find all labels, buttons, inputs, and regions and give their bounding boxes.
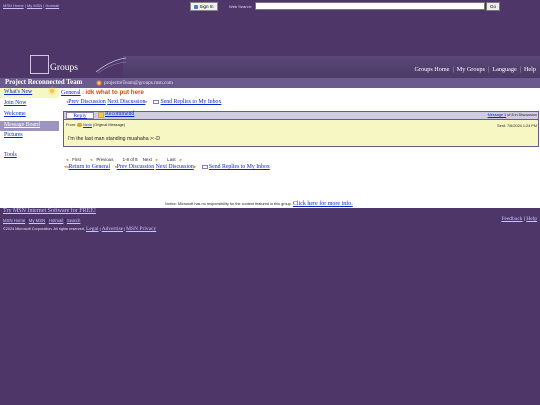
message-sent: Sent: 7/6/2024 1:24 PM [497,124,537,128]
next-discussion-link-bottom[interactable]: Next Discussion [156,164,194,170]
web-search-input[interactable] [255,2,485,10]
msn-software-link[interactable]: Try MSN Internet Software for FREE! [3,208,96,214]
footer-privacy-link[interactable]: MSN Privacy [126,226,156,232]
go-button[interactable]: Go [486,2,500,11]
avatar-icon [76,123,82,127]
breadcrumb-board-link[interactable]: General [61,89,81,96]
footer-promo: Try MSN Internet Software for FREE! [3,208,96,214]
recommend-link[interactable]: Recommend [105,111,134,117]
sidebar-item-message-board[interactable]: Message Board [0,121,59,131]
breadcrumb-topic: idk what to put here [85,89,144,96]
group-email-icon [96,80,102,86]
web-search-label: Web Search: [229,4,253,9]
send-replies-link-bottom[interactable]: Send Replies to My Inbox [209,164,270,170]
mail-icon [153,99,160,104]
from-label: From: [66,123,76,127]
footer-link-msn-home[interactable]: MSN Home [3,218,25,223]
mail-icon-bottom [201,164,208,169]
pager-range: 1-8 of 8 [122,157,138,162]
sidebar-link-welcome[interactable]: Welcome [4,111,26,117]
next-arrow-icon: ▸ [145,99,148,104]
sun-icon [47,86,57,96]
recommend-icon [98,112,104,118]
sidebar-link-tools[interactable]: Tools [4,152,17,158]
pager: ◂ First ◂ Previous 1-8 of 8 Next ▸ Last ▸ [66,157,190,163]
reply-link[interactable]: Reply [73,113,86,119]
top-link-hotmail[interactable]: Hotmail [46,3,60,8]
sidebar-item-pictures[interactable]: Pictures [0,131,59,141]
sidebar-item-welcome[interactable]: Welcome [0,110,59,120]
return-to-board-link[interactable]: Return to General [69,164,111,170]
message-body [63,120,539,147]
group-email[interactable]: projectreTeam@groups.msn.com [104,80,173,86]
msn-butterfly-icon [194,4,199,9]
sidebar-item-join-now[interactable]: Join Now [0,99,59,109]
footer-links: MSN Home | My MSN | Hotmail | Search [3,218,81,223]
next-arrow-icon-bottom: ▸ [193,164,197,169]
group-name: Project Reconnected Team [5,79,83,86]
footer-help-link[interactable]: Help [526,216,537,222]
next-discussion-link[interactable]: Next Discussion [107,99,145,105]
sidebar-link-message-board[interactable]: Message Board [4,122,40,128]
reply-button[interactable]: Reply [66,112,94,119]
message-from: From: Nzdo (Original Message) [66,123,125,127]
message-index-rest: of 8 in Discussion [507,113,537,117]
prev-discussion-link[interactable]: Prev Discussion [68,99,106,105]
original-message-label: (Original Message) [92,123,126,127]
message-text: I'm the last man standing muahaha >:-D [68,136,160,142]
breadcrumb-separator: : [82,89,84,96]
top-link-msn-home[interactable]: MSN Home [3,3,24,8]
nav-language[interactable]: Language [492,66,516,73]
nav-groups-home[interactable]: Groups Home [415,66,450,73]
pager-first[interactable]: ◂ First [66,157,85,162]
msn-logo [30,55,49,74]
message-header [63,111,539,120]
pager-next[interactable]: Next ▸ [143,157,162,162]
discussion-nav-bottom: ◂◂Return to General ◂Prev Discussion Nex… [64,164,270,170]
footer-link-search[interactable]: Search [67,218,81,223]
nav-my-groups[interactable]: My Groups [457,66,485,73]
send-replies-link[interactable]: Send Replies to My Inbox [160,99,221,105]
footer-feedback-link[interactable]: Feedback [501,216,522,222]
author-link[interactable]: Nzdo [83,123,92,127]
discussion-nav-top: ◂Prev Discussion Next Discussion▸ Send R… [66,99,221,105]
sign-in-label: Sign In [199,4,214,9]
recommend-link-wrap: Recommend [105,111,134,117]
prev-discussion-link-bottom[interactable]: Prev Discussion [117,164,155,170]
sign-in-button[interactable]: Sign In [190,2,218,11]
message-index-link[interactable]: Message 1 [488,113,507,117]
pager-previous[interactable]: ◂ Previous [90,157,117,162]
top-links: MSN Home | My MSN | Hotmail [3,3,60,8]
footer-link-hotmail[interactable]: Hotmail [49,218,64,223]
copyright-text: ©2024 Microsoft Corporation. All rights … [3,227,85,231]
breadcrumb: General : idk what to put here [61,89,144,96]
notice-text: Notice: Microsoft has no responsibility … [165,202,292,206]
footer-legal-link[interactable]: Legal [86,226,99,232]
sidebar-link-join-now[interactable]: Join Now [4,100,26,106]
main-nav: Groups Home | My Groups | Language | Help [414,66,536,73]
groups-logo-text: Groups [50,63,78,73]
sidebar-link-whats-new[interactable]: What's New [4,89,32,95]
top-link-my-msn[interactable]: My MSN [27,3,42,8]
nav-help[interactable]: Help [524,66,536,73]
notice-more-info-link[interactable]: Click here for more info. [293,201,353,207]
footer-advertise-link[interactable]: Advertise [102,226,123,232]
footer-link-my-msn[interactable]: My MSN [29,218,45,223]
notice: Notice: Microsoft has no responsibility … [165,201,353,207]
footer-right-links: Feedback | Help [501,216,537,222]
footer-copyright: ©2024 Microsoft Corporation. All rights … [3,226,157,232]
sidebar-link-pictures[interactable]: Pictures [4,132,23,138]
message-index: Message 1 of 8 in Discussion [488,113,537,117]
swoosh-graphic [96,57,126,74]
pager-last[interactable]: Last ▸ [167,157,186,162]
sidebar-item-tools[interactable]: Tools [0,151,59,161]
